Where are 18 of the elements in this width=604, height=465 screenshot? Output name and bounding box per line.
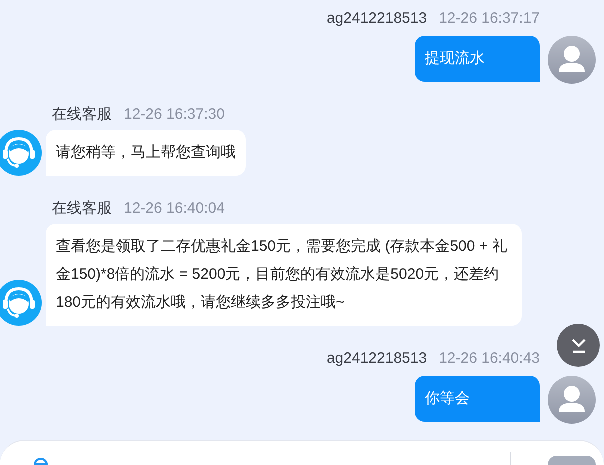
user-avatar-icon — [548, 376, 596, 424]
download-arrow-icon — [570, 338, 588, 354]
sender-name: 在线客服 — [52, 199, 112, 219]
sender-name: ag2412218513 — [326, 9, 428, 29]
sender-name: 在线客服 — [52, 105, 112, 125]
message-time: 12-26 16:37:17 — [439, 9, 540, 29]
message-bubble: 提现流水 — [415, 36, 540, 82]
sender-name: ag2412218513 — [326, 349, 428, 369]
scroll-down-button[interactable] — [557, 324, 600, 367]
message-time: 12-26 16:37:30 — [124, 105, 225, 125]
user-avatar-icon — [548, 36, 596, 84]
message-bubble: 查看您是领取了二存优惠礼金150元，需要您完成 (存款本金500 + 礼金150)*8倍的流水 = 5200元，目前您的有效流水是5020元，还差约 180元的有效流水哦，请您继续多多投注哦~ — [46, 224, 522, 326]
message-bubble: 请您稍等，马上帮您查询哦 — [46, 130, 246, 176]
agent-avatar-icon — [0, 280, 42, 326]
message-bubble: 你等会 — [415, 376, 540, 422]
agent-avatar-icon — [0, 130, 42, 176]
message-time: 12-26 16:40:43 — [439, 349, 540, 369]
message-time: 12-26 16:40:04 — [124, 199, 225, 219]
